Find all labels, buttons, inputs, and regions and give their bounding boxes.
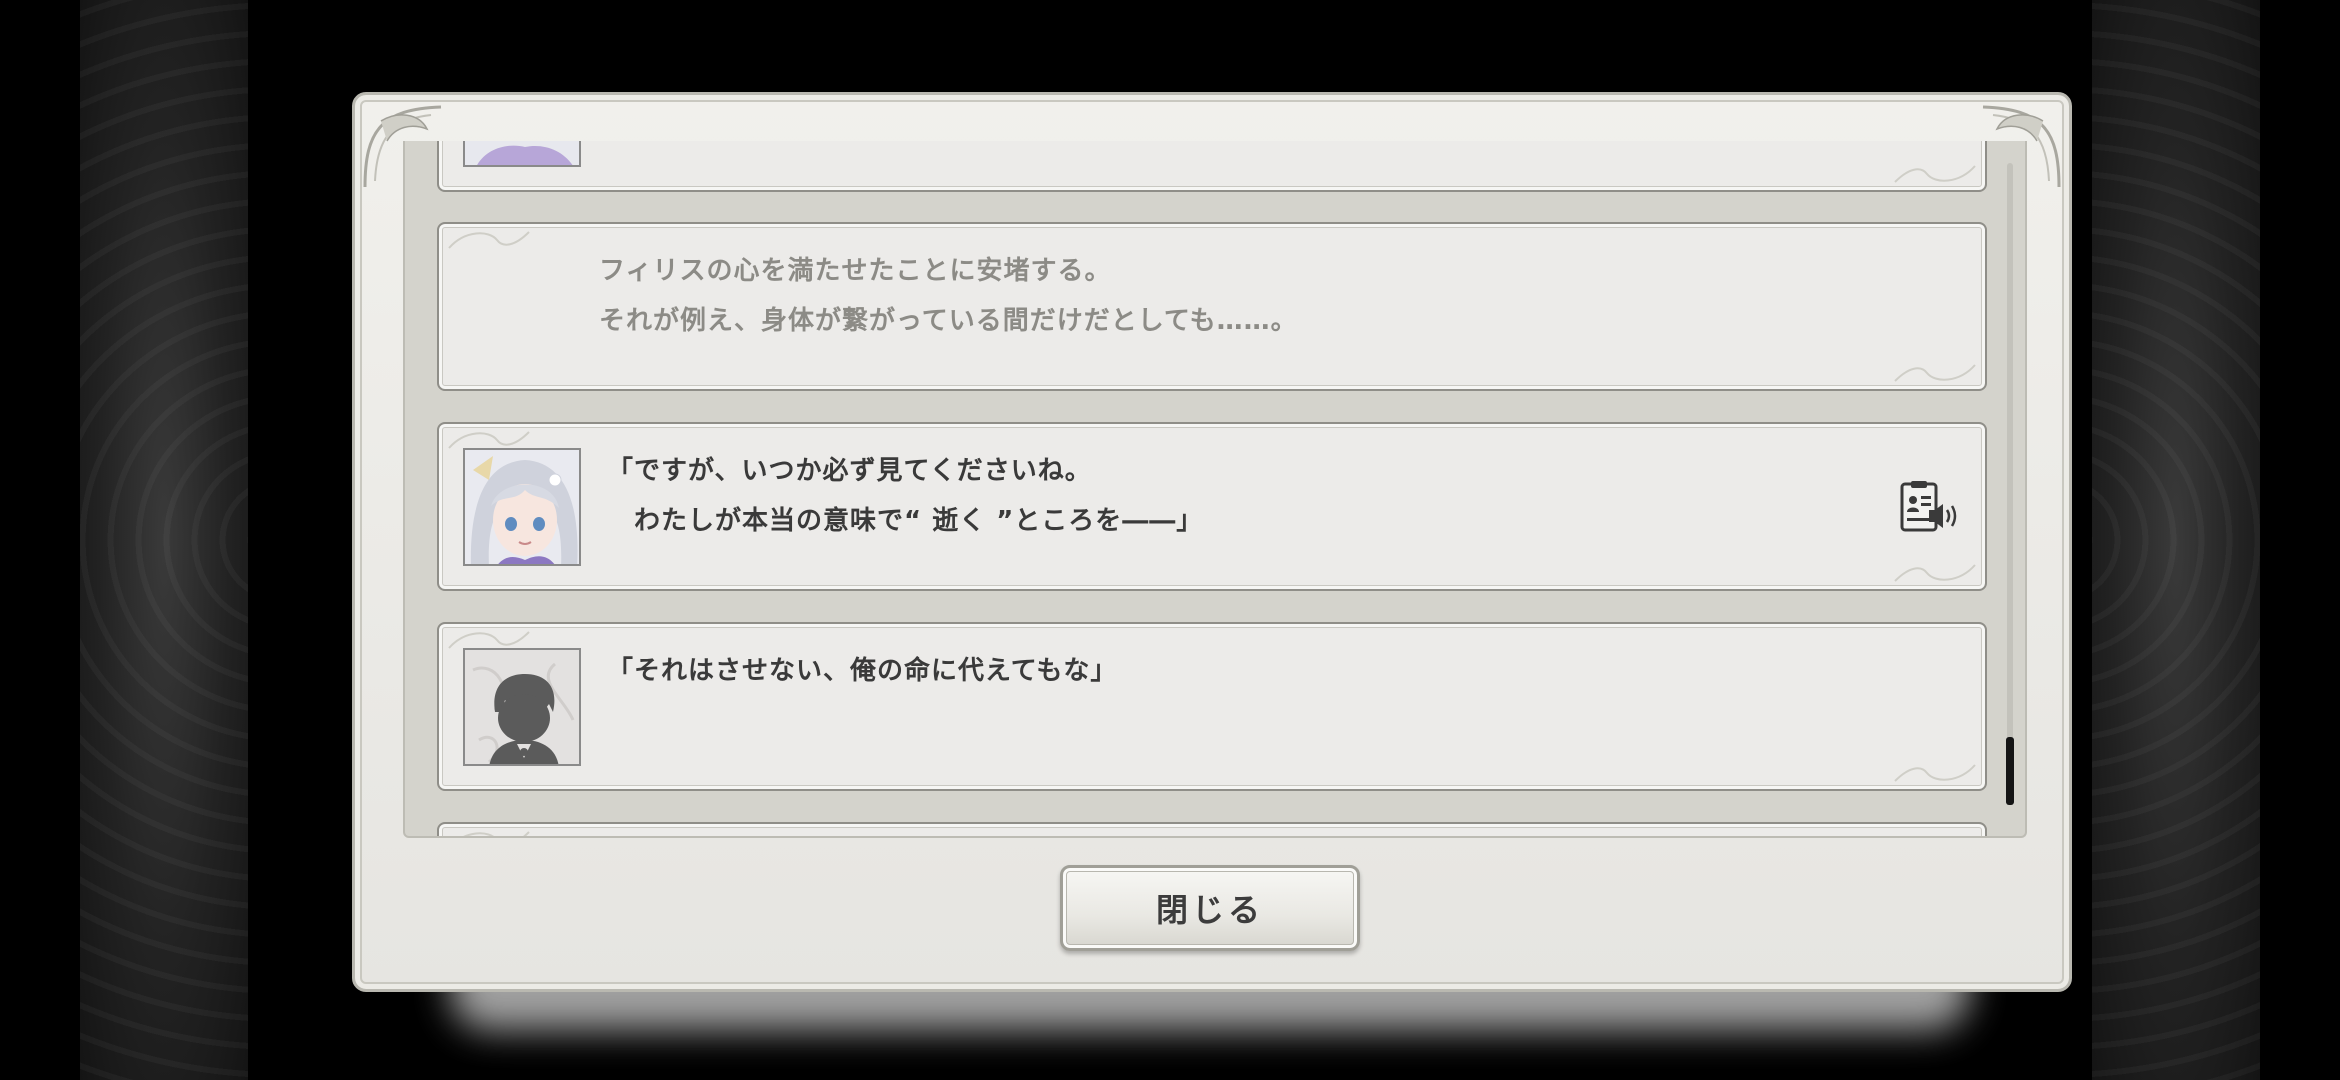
dialogue-text: 「ですが、いつか必ず見てくださいね。 わたしが本当の意味で“ 逝く ”ところを―…	[607, 446, 1203, 546]
voice-replay-icon	[1900, 481, 1957, 532]
log-entry-dialogue: 「ですが、いつか必ず見てくださいね。 わたしが本当の意味で“ 逝く ”ところを―…	[437, 422, 1987, 591]
text-line: わたしが本当の意味で“ 逝く ”ところを――」	[607, 506, 1204, 536]
voice-replay-button[interactable]	[1899, 480, 1959, 536]
log-entry-dialogue: 「それはさせない、俺の命に代えてもな」	[437, 622, 1987, 791]
player-silhouette-portrait	[463, 648, 581, 766]
heroine-portrait	[463, 448, 581, 566]
scrollbar-track[interactable]	[2007, 163, 2013, 803]
close-button[interactable]: 閉じる	[1060, 865, 1360, 951]
scrollbar-thumb[interactable]	[2006, 737, 2014, 805]
dialogue-text: 「それはさせない、俺の命に代えてもな」	[607, 646, 1117, 696]
close-button-label: 閉じる	[1155, 891, 1264, 929]
background-right-panel	[2092, 0, 2260, 1080]
text-line: フィリスの心を満たせたことに安堵する。	[599, 256, 1112, 286]
backlog-dialog: フィリスの心を満たせたことに安堵する。それが例え、身体が繋がっている間だけだとし…	[352, 92, 2072, 992]
heroine-portrait	[463, 141, 581, 167]
swirl-ornament	[448, 231, 530, 249]
swirl-ornament	[463, 831, 530, 836]
text-line: 「それはさせない、俺の命に代えてもな」	[607, 656, 1118, 686]
text-line: 「ですが、いつか必ず見てくださいね。	[607, 456, 1092, 486]
swirl-ornament	[1894, 764, 1976, 782]
backlog-scroll-area[interactable]: フィリスの心を満たせたことに安堵する。それが例え、身体が繋がっている間だけだとし…	[403, 141, 2027, 838]
background-left-panel	[80, 0, 248, 1080]
text-line: それが例え、身体が繋がっている間だけだとしても……。	[599, 306, 1298, 336]
narration-text: フィリスの心を満たせたことに安堵する。それが例え、身体が繋がっている間だけだとし…	[599, 246, 1298, 346]
swirl-ornament	[1894, 364, 1976, 382]
log-entry-narration: フィリスの心を満たせたことに安堵する。それが例え、身体が繋がっている間だけだとし…	[437, 222, 1987, 391]
log-entry-dialogue	[437, 141, 1987, 192]
swirl-ornament	[1894, 564, 1976, 582]
swirl-ornament	[1894, 165, 1976, 183]
log-entry-partial	[437, 822, 1987, 836]
